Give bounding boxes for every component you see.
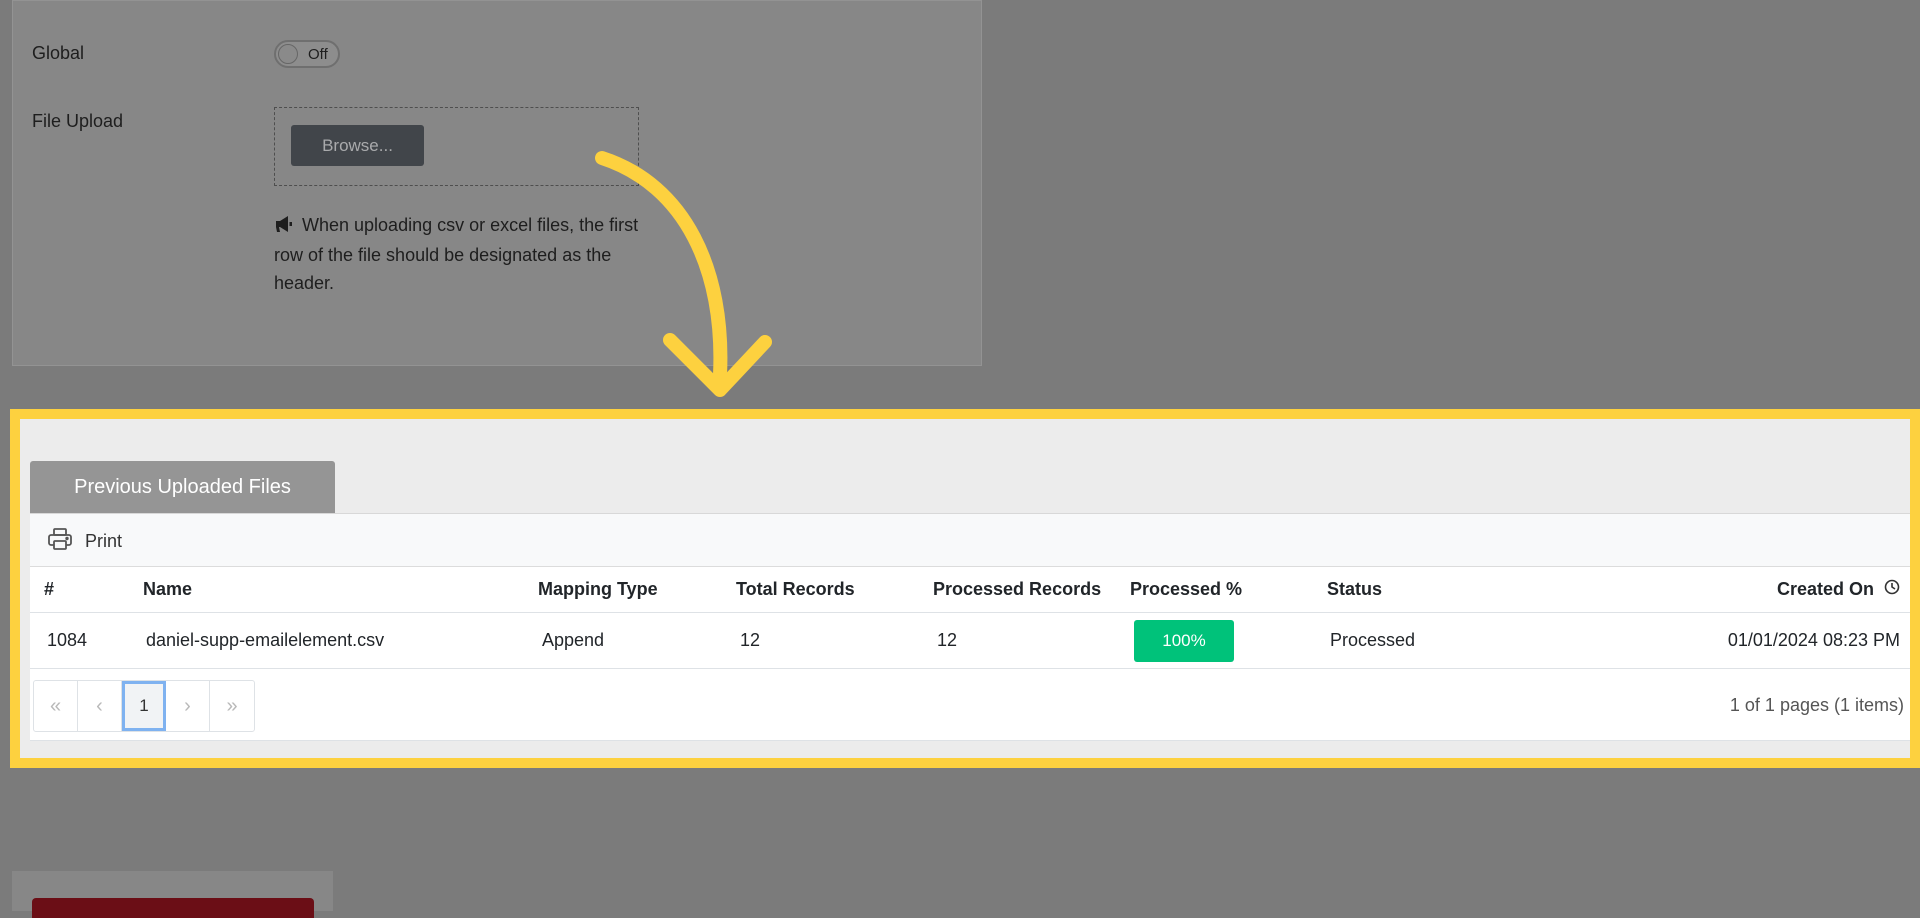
print-label: Print: [85, 530, 123, 551]
cell-processed-pct: 100%: [1134, 613, 1234, 668]
cell-total-records: 12: [740, 630, 761, 650]
column-header-mapping-type[interactable]: Mapping Type: [538, 567, 658, 612]
cell-processed-records: 12: [937, 630, 958, 650]
tab-previous-uploaded-files[interactable]: Previous Uploaded Files: [30, 461, 335, 513]
pager-info: 1 of 1 pages (1 items): [1729, 694, 1904, 715]
global-label: Global: [32, 43, 85, 63]
pager-last-button[interactable]: »: [210, 681, 254, 731]
upload-note: When uploading csv or excel files, the f…: [274, 211, 644, 297]
processed-pct-badge: 100%: [1134, 619, 1234, 662]
table-row[interactable]: 1084 daniel-supp-emailelement.csv Append…: [30, 613, 1910, 669]
column-header-status[interactable]: Status: [1327, 567, 1382, 612]
upload-note-text: When uploading csv or excel files, the f…: [274, 215, 639, 293]
cell-name: daniel-supp-emailelement.csv: [146, 630, 385, 650]
print-button[interactable]: Print: [47, 527, 122, 555]
file-dropzone[interactable]: Browse...: [274, 107, 639, 186]
file-upload-label: File Upload: [32, 111, 124, 131]
megaphone-icon: [274, 213, 294, 241]
pager-row: « ‹ 1 › » 1 of 1 pages (1 items): [30, 669, 1910, 741]
column-header-created-on[interactable]: Created On: [1777, 567, 1900, 612]
pager: « ‹ 1 › »: [33, 680, 255, 732]
printer-icon: [47, 527, 73, 556]
column-header-id[interactable]: #: [44, 567, 54, 612]
table-header-row: # Name Mapping Type Total Records Proces…: [30, 567, 1910, 613]
pager-prev-button[interactable]: ‹: [78, 681, 122, 731]
upload-settings-panel: Global Off File Upload Browse... When up…: [12, 0, 982, 366]
cell-id: 1084: [47, 630, 88, 650]
global-toggle[interactable]: Off: [274, 40, 340, 68]
danger-button[interactable]: [32, 898, 314, 918]
actions-panel: [12, 871, 333, 918]
created-on-label: Created On: [1776, 579, 1874, 599]
browse-button[interactable]: Browse...: [291, 125, 424, 166]
column-header-name[interactable]: Name: [143, 567, 192, 612]
arrow-annotation: [595, 151, 772, 397]
grid-toolbar: Print: [30, 513, 1910, 567]
highlighted-files-panel: Previous Uploaded Files Print # Name Map…: [10, 409, 1920, 768]
cell-mapping-type: Append: [542, 630, 605, 650]
pager-page-1[interactable]: 1: [122, 681, 166, 731]
pager-next-button[interactable]: ›: [166, 681, 210, 731]
pager-first-button[interactable]: «: [34, 681, 78, 731]
clock-icon: [1884, 579, 1900, 600]
column-header-processed-records[interactable]: Processed Records: [933, 567, 1101, 612]
cell-created-on: 01/01/2024 08:23 PM: [1727, 630, 1900, 650]
column-header-processed-pct[interactable]: Processed %: [1130, 567, 1242, 612]
toggle-knob: [278, 44, 298, 64]
toggle-state-text: Off: [308, 46, 328, 63]
uploaded-files-table: # Name Mapping Type Total Records Proces…: [30, 567, 1910, 669]
column-header-total-records[interactable]: Total Records: [736, 567, 855, 612]
cell-status: Processed: [1330, 630, 1416, 650]
